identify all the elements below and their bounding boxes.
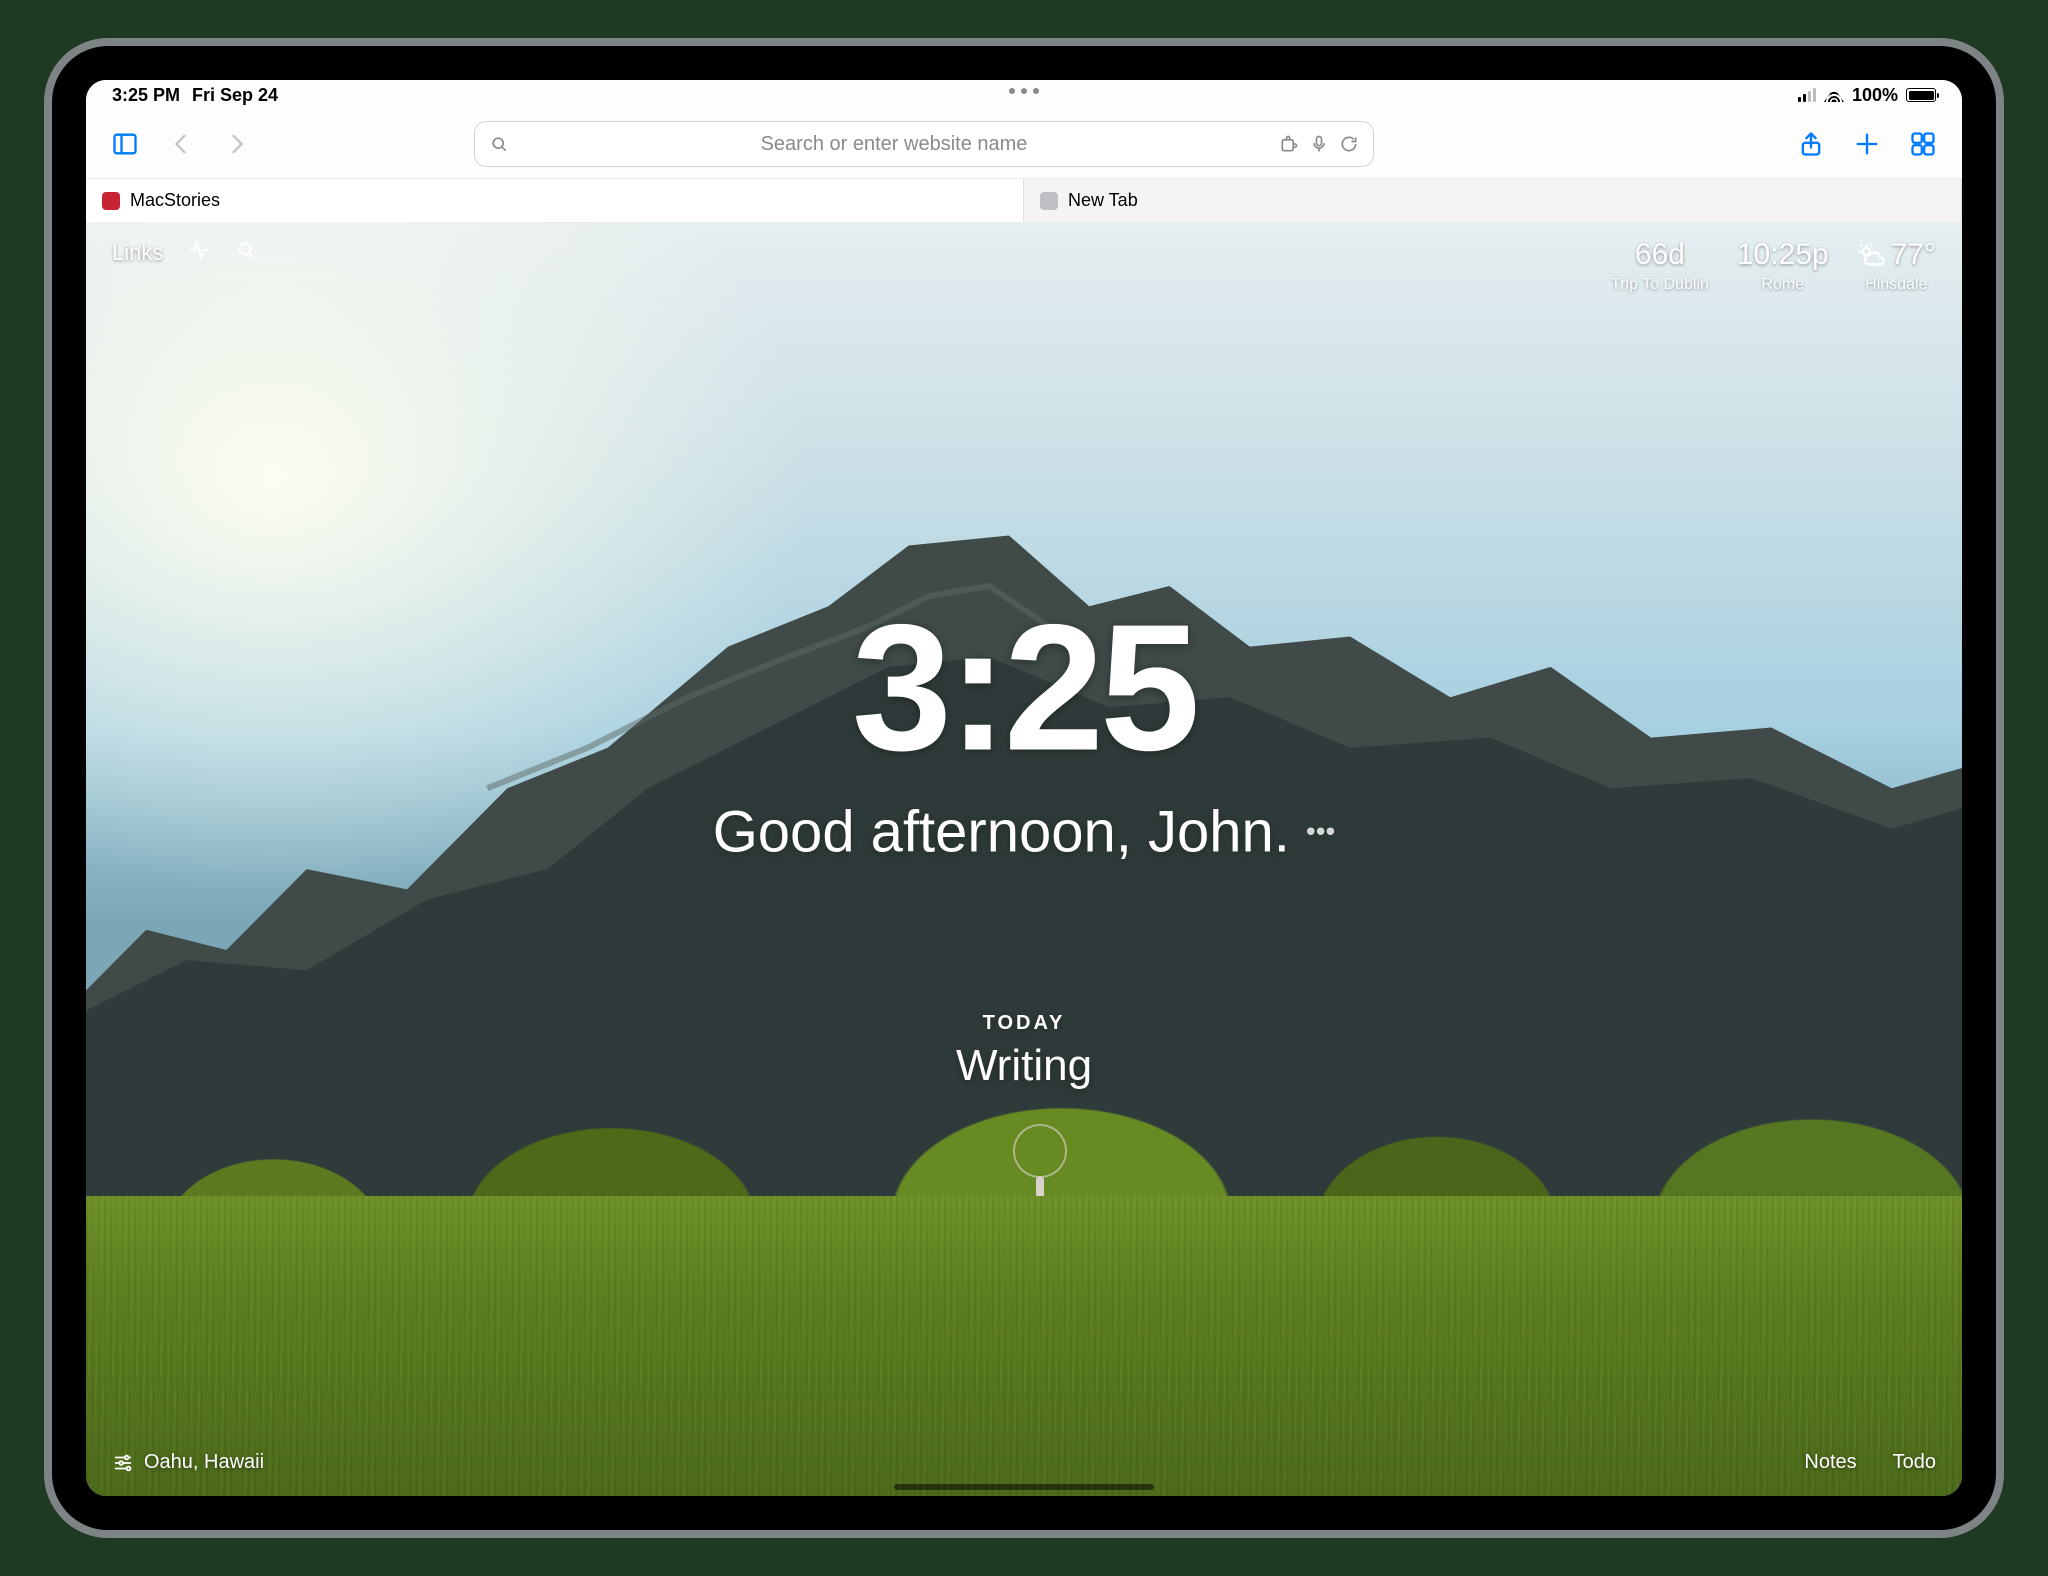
notes-button[interactable]: Notes (1804, 1451, 1856, 1474)
weather-sun-cloud-icon (1857, 241, 1885, 269)
wifi-icon (1824, 88, 1844, 102)
battery-icon (1906, 88, 1936, 102)
tab-label: MacStories (130, 190, 220, 211)
photo-info[interactable]: Oahu, Hawaii (112, 1451, 264, 1474)
ios-status-bar: 3:25 PM Fri Sep 24 100% (86, 80, 1962, 110)
multitask-affordance[interactable] (1009, 88, 1039, 94)
reload-icon[interactable] (1339, 134, 1359, 154)
safari-url-field[interactable]: Search or enter website name (474, 121, 1374, 167)
countdown-widget[interactable]: 66d Trip To Dublin (1611, 238, 1709, 294)
safari-toolbar: Search or enter website name (86, 110, 1962, 178)
activity-icon[interactable] (187, 238, 211, 268)
home-indicator[interactable] (894, 1484, 1154, 1490)
photo-location-text: Oahu, Hawaii (144, 1451, 264, 1474)
forward-button[interactable] (218, 125, 256, 163)
weather-widget[interactable]: 77° Hinsdale (1857, 238, 1936, 294)
tab-label: New Tab (1068, 190, 1138, 211)
tab-overview-button[interactable] (1904, 125, 1942, 163)
sidebar-toggle-button[interactable] (106, 125, 144, 163)
voice-search-icon[interactable] (1309, 134, 1329, 154)
focus-value: Writing (86, 1041, 1962, 1091)
cellular-icon (1798, 88, 1816, 102)
ipad-screen: 3:25 PM Fri Sep 24 100% (86, 80, 1962, 1496)
todo-button[interactable]: Todo (1893, 1451, 1936, 1474)
search-icon (489, 134, 509, 154)
favicon-generic (1040, 192, 1058, 210)
countdown-value: 66d (1611, 238, 1709, 272)
settings-sliders-icon (112, 1452, 134, 1474)
focus-label: TODAY (86, 1012, 1962, 1035)
safari-tab-bar: MacStories New Tab (86, 178, 1962, 222)
search-icon[interactable] (235, 239, 257, 267)
weather-location: Hinsdale (1857, 276, 1936, 294)
world-clock-label: Rome (1737, 276, 1829, 294)
status-date: Fri Sep 24 (192, 85, 278, 106)
links-button[interactable]: Links (112, 240, 163, 266)
focus-block[interactable]: TODAY Writing (86, 1012, 1962, 1091)
center-greeting-block: 3:25 Good afternoon, John. ••• (86, 598, 1962, 865)
battery-percent: 100% (1852, 85, 1898, 106)
tab-new[interactable]: New Tab (1024, 179, 1962, 222)
back-button[interactable] (162, 125, 200, 163)
page-content: Links 66d Trip To Dublin 10:25p (86, 222, 1962, 1496)
world-clock-value: 10:25p (1737, 238, 1829, 272)
extensions-icon[interactable] (1279, 134, 1299, 154)
world-clock-widget[interactable]: 10:25p Rome (1737, 238, 1829, 294)
countdown-label: Trip To Dublin (1611, 276, 1709, 294)
main-clock: 3:25 (86, 598, 1962, 778)
favicon-macstories (102, 192, 120, 210)
greeting-more-icon[interactable]: ••• (1306, 816, 1335, 848)
url-placeholder-text: Search or enter website name (519, 133, 1269, 156)
status-time: 3:25 PM (112, 85, 180, 106)
ipad-frame: 3:25 PM Fri Sep 24 100% (44, 38, 2004, 1538)
greeting-text: Good afternoon, John. (713, 798, 1290, 865)
tab-macstories[interactable]: MacStories (86, 179, 1024, 222)
new-tab-button[interactable] (1848, 125, 1886, 163)
weather-temp: 77° (1891, 238, 1936, 272)
share-button[interactable] (1792, 125, 1830, 163)
